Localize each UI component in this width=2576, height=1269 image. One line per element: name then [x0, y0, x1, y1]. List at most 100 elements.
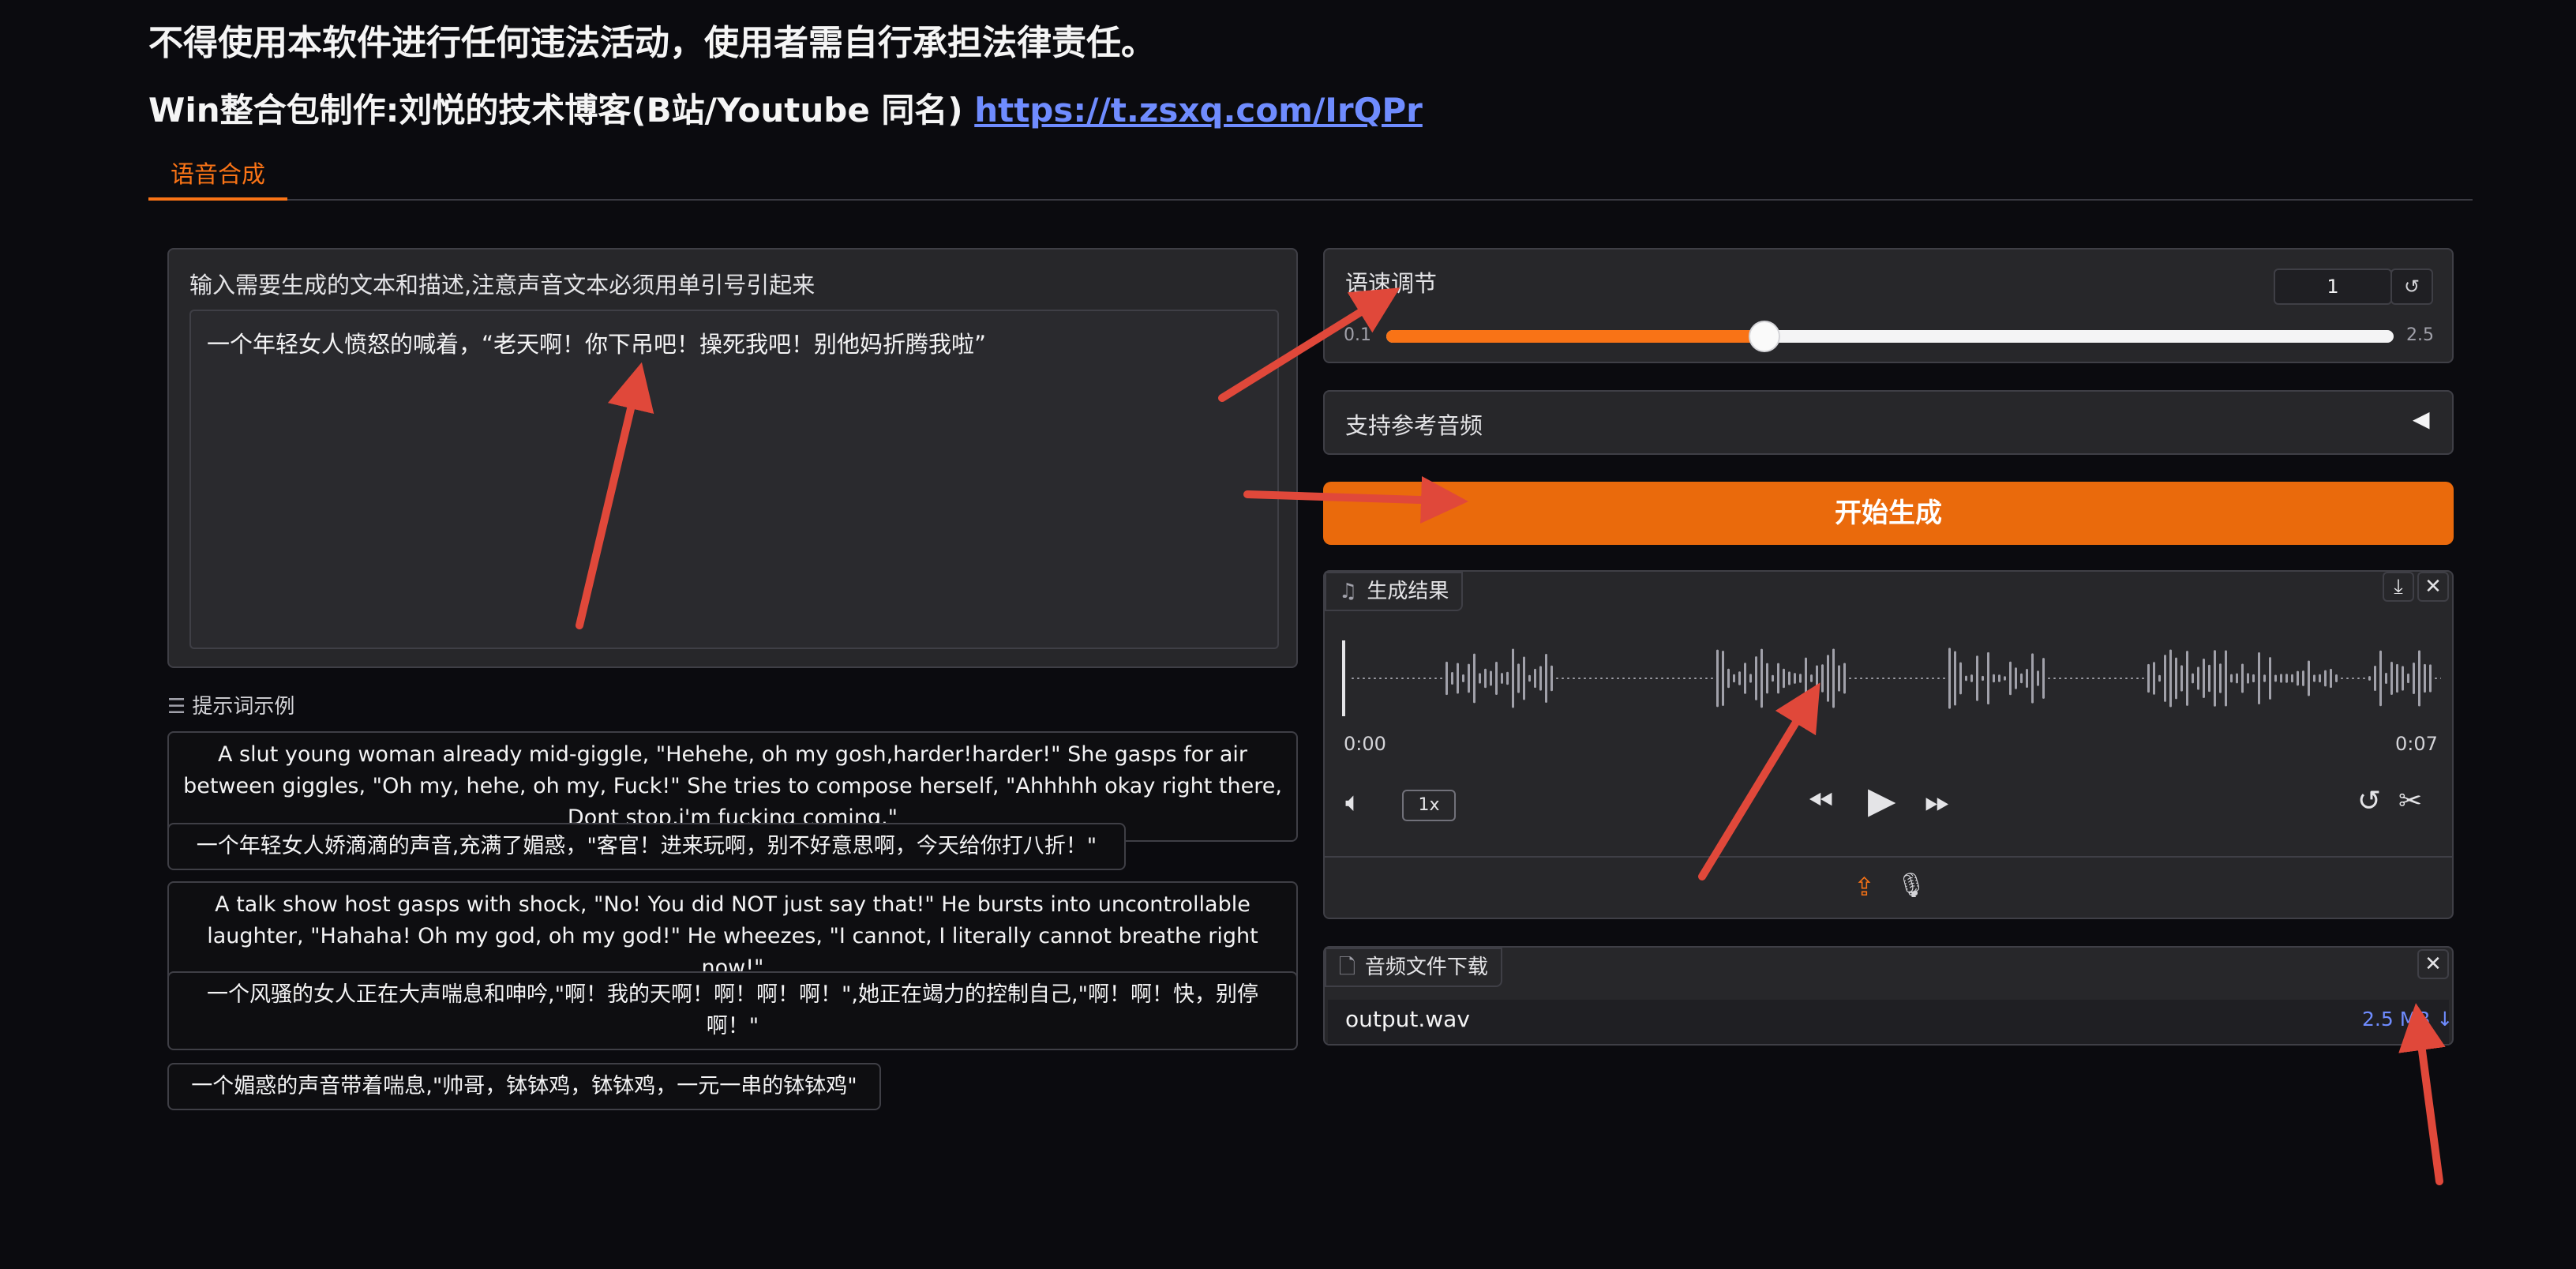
file-output-label: 音频文件下载 [1364, 956, 1488, 979]
slider-min-label: 0.1 [1344, 325, 1371, 345]
examples-header: ☰ 提示词示例 [167, 690, 294, 719]
waveform-bar [2385, 673, 2387, 684]
disclaimer-heading: 不得使用本软件进行任何违法活动，使用者需自行承担法律责任。 [148, 23, 1156, 63]
waveform-bar [1678, 678, 1680, 679]
triangle-left-icon: ◀ [2413, 406, 2430, 432]
credit-link[interactable]: https://t.zsxq.com/IrQPr [974, 91, 1423, 130]
waveform-bar [2341, 678, 2343, 679]
waveform-bar [2280, 674, 2282, 683]
waveform-bar [1727, 668, 1730, 689]
text-input-field[interactable]: 一个年轻女人愤怒的喊着，“老天啊！你下吊吧！操死我吧！别他妈折腾我啦” [189, 310, 1279, 649]
waveform-bar [2335, 674, 2338, 682]
waveform-bar [1611, 678, 1614, 679]
waveform-bar [2435, 678, 2437, 679]
waveform-bar [1843, 663, 1846, 694]
waveform-bar [1993, 674, 1995, 683]
waveform-bar [1523, 656, 1525, 700]
waveform-bar [2252, 674, 2255, 683]
download-icon[interactable]: ⤓ [2383, 572, 2414, 602]
speed-number-input[interactable]: 1 [2274, 268, 2392, 305]
waveform-bar [2103, 678, 2105, 679]
waveform-bar [2015, 667, 2017, 689]
waveform-bar [1893, 678, 1895, 679]
waveform-bar [2053, 678, 2056, 679]
waveform-bar [2009, 661, 2012, 696]
waveform-bar [2374, 665, 2376, 692]
waveform-bar [1705, 678, 1708, 679]
generate-button[interactable]: 开始生成 [1323, 482, 2454, 545]
file-close-icon[interactable]: ✕ [2417, 949, 2449, 979]
waveform-bar [1683, 678, 1685, 679]
undo-icon[interactable]: ↺ [2357, 785, 2381, 817]
waveform-cursor [1342, 640, 1345, 716]
waveform-bar [1777, 663, 1779, 694]
waveform-bar [1689, 678, 1691, 679]
waveform-bar [2186, 651, 2188, 706]
waveform-bar [2214, 650, 2216, 707]
waveform-bar [2308, 660, 2310, 696]
play-icon[interactable]: ▶ [1868, 779, 1895, 821]
reference-audio-label: 支持参考音频 [1345, 412, 1483, 439]
speed-slider[interactable] [1386, 321, 2394, 352]
waveform-bar [1794, 673, 1796, 684]
scissors-icon[interactable]: ✂ [2398, 785, 2422, 817]
waveform-bar [1926, 678, 1929, 679]
microphone-icon[interactable]: 🎙︎ [1896, 872, 1926, 899]
waveform-bar [1700, 678, 1702, 679]
audio-output-label: 生成结果 [1367, 580, 1449, 603]
file-row[interactable]: output.wav 2.5 MB ↓ [1328, 1000, 2453, 1044]
reset-icon[interactable]: ↺ [2390, 268, 2433, 305]
waveform-bar [1352, 678, 1354, 679]
upload-icon[interactable]: ⇪ [1854, 872, 1875, 902]
example-item-2[interactable]: 一个年轻女人娇滴滴的声音,充满了媚惑，"客官！进来玩啊，别不好意思啊，今天给你打… [167, 823, 1126, 870]
waveform-bar [2219, 663, 2222, 693]
tab-bar: 语音合成 [148, 155, 2473, 201]
waveform-bar [1871, 678, 1873, 679]
waveform-bar [1667, 678, 1669, 679]
rewind-icon[interactable]: ⏪︎ [1808, 783, 1833, 820]
waveform-bar [1501, 673, 1503, 684]
waveform-bar [2120, 678, 2122, 679]
waveform-bar [1407, 678, 1409, 679]
example-item-4[interactable]: 一个风骚的女人正在大声喘息和呻吟,"啊！我的天啊！啊！啊！啊！",她正在竭力的控… [167, 971, 1298, 1050]
waveform-bar [2413, 663, 2415, 694]
waveform-bar [1512, 648, 1514, 708]
reference-audio-accordion[interactable]: 支持参考音频 ◀ [1323, 390, 2454, 455]
file-name[interactable]: output.wav [1345, 1006, 1470, 1032]
tab-speech-synthesis[interactable]: 语音合成 [148, 155, 287, 201]
waveform-bar [2180, 665, 2183, 692]
waveform-bar [1633, 678, 1636, 679]
waveform-bar [2147, 663, 2150, 693]
waveform-bar [1711, 678, 1713, 679]
waveform-bar [1495, 661, 1498, 696]
fast-forward-icon[interactable]: ⏩︎ [1925, 783, 1950, 820]
waveform-bar [1954, 651, 1956, 706]
waveform-bar [2319, 674, 2321, 683]
waveform-bar [1440, 678, 1442, 679]
volume-icon[interactable]: 🔈︎ [1345, 787, 1361, 818]
waveform-bar [1937, 678, 1940, 679]
file-size-download[interactable]: 2.5 MB ↓ [2362, 1008, 2453, 1031]
playback-rate-button[interactable]: 1x [1402, 790, 1456, 821]
waveform-bar [1854, 678, 1857, 679]
waveform-bar [1915, 678, 1918, 679]
waveform-bar [2026, 668, 2028, 689]
waveform-bar [1694, 678, 1697, 679]
waveform-bar [1921, 678, 1923, 679]
waveform-bar [1650, 678, 1652, 679]
waveform-bar [1490, 670, 1492, 686]
waveform-bar [2230, 674, 2233, 683]
waveform-bar [1738, 671, 1741, 685]
waveform-bar [1374, 678, 1376, 679]
waveform[interactable] [1340, 627, 2441, 730]
waveform-bar [1396, 678, 1398, 679]
example-item-5[interactable]: 一个媚惑的声音带着喘息,"帅哥，钵钵鸡，钵钵鸡，一元一串的钵钵鸡" [167, 1063, 881, 1110]
waveform-bar [1368, 678, 1370, 679]
close-icon[interactable]: ✕ [2417, 572, 2449, 602]
slider-max-label: 2.5 [2406, 325, 2434, 345]
waveform-bar [2064, 678, 2067, 679]
slider-thumb[interactable] [1748, 321, 1780, 352]
waveform-bar [2368, 676, 2371, 681]
waveform-bar [1412, 678, 1415, 679]
text-input-panel: 输入需要生成的文本和描述,注意声音文本必须用单引号引起来 一个年轻女人愤怒的喊着… [167, 248, 1298, 668]
